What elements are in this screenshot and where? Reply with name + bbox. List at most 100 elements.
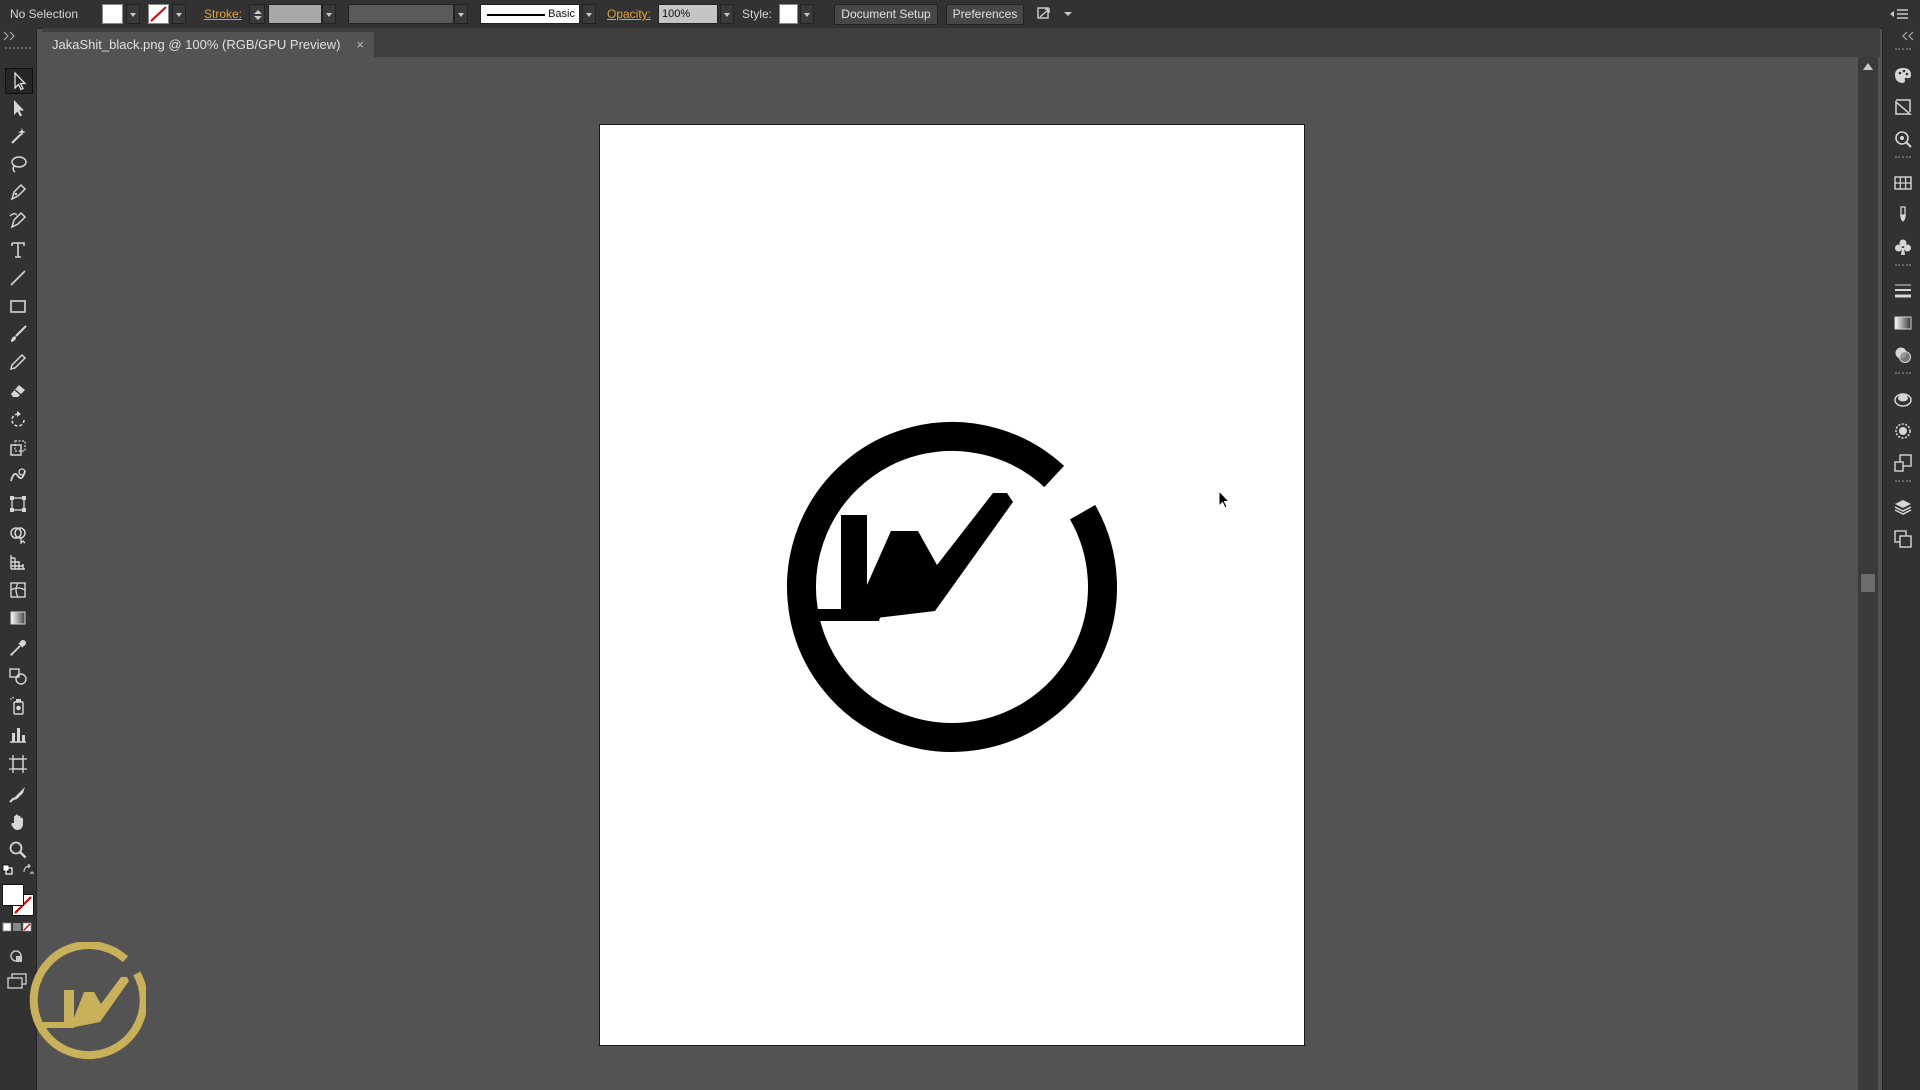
mouse-cursor-icon [1218,490,1231,509]
fill-swatch[interactable] [102,4,123,24]
selection-tool[interactable] [5,68,33,94]
panel-group-grip[interactable] [1895,372,1911,376]
transform-panel-button[interactable] [1892,452,1914,474]
selection-arrow-icon [14,71,27,91]
mesh-tool[interactable] [5,578,31,602]
scale-tool[interactable] [5,436,31,460]
eyedropper-icon [10,640,26,656]
pen-tool[interactable] [5,180,31,204]
transform-icon [1894,454,1912,472]
layers-panel-button[interactable] [1892,496,1914,518]
hand-tool[interactable] [5,810,31,834]
zoom-tool[interactable] [5,838,31,862]
brush-definition[interactable]: Basic [480,4,580,24]
vertical-scrollbar[interactable] [1858,57,1878,1090]
default-fill-stroke-icon[interactable] [2,864,14,876]
color-panel-button[interactable] [1892,64,1914,86]
mesh-icon [10,582,26,598]
expand-panels-icon[interactable] [1883,30,1920,42]
transparency-panel-button[interactable] [1892,344,1914,366]
panel-menu-button[interactable] [1888,6,1910,22]
stroke-panel-button[interactable] [1892,280,1914,302]
eyedropper-tool[interactable] [5,636,31,660]
gradient-panel-button[interactable] [1892,312,1914,334]
artboard-tool[interactable] [5,752,31,776]
document-tab[interactable]: JakaShit_black.png @ 100% (RGB/GPU Previ… [42,32,374,57]
scrollbar-thumb[interactable] [1861,574,1875,592]
arrange-documents-button[interactable] [1036,5,1072,23]
shape-builder-tool[interactable] [5,522,31,546]
column-graph-tool[interactable] [5,722,31,746]
pencil-tool[interactable] [5,350,31,374]
stroke-weight-dropdown[interactable] [322,4,336,24]
panel-group-grip[interactable] [1895,480,1911,484]
pencil-icon [9,353,27,371]
hand-icon [11,814,23,830]
curvature-tool[interactable] [5,208,31,232]
free-transform-icon [10,496,26,512]
variable-width-dropdown[interactable] [454,4,468,24]
stroke-swatch[interactable] [148,4,169,24]
graphic-style-dropdown[interactable] [800,4,814,24]
stroke-weight-input[interactable] [268,4,322,24]
graphic-styles-panel-button[interactable] [1892,420,1914,442]
gradient-tool[interactable] [5,606,31,630]
document-tab-bar: JakaShit_black.png @ 100% (RGB/GPU Previ… [42,28,1880,57]
panel-group-grip[interactable] [1895,156,1911,160]
rectangle-tool[interactable] [5,294,31,318]
panel-group-grip[interactable] [1895,48,1911,52]
artboards-icon [1894,530,1912,548]
artboards-panel-button[interactable] [1892,528,1914,550]
type-t-icon [11,242,25,258]
fill-stroke-swatches[interactable] [2,884,34,916]
direct-selection-tool[interactable] [5,96,31,120]
graphic-styles-icon [1895,423,1911,439]
fill-dropdown[interactable] [126,4,140,24]
brushes-panel-button[interactable] [1892,204,1914,226]
stroke-swatch-dropdown[interactable] [172,4,186,24]
libraries-panel-button[interactable] [1892,128,1914,150]
rotate-tool[interactable] [5,408,31,432]
warp-tool[interactable] [5,464,31,488]
paintbrush-tool[interactable] [5,322,31,346]
opacity-input[interactable]: 100% [658,4,718,24]
magic-wand-tool[interactable] [5,124,31,148]
preferences-button[interactable]: Preferences [946,4,1024,25]
fill-color-swatch[interactable] [2,884,24,906]
opacity-label[interactable]: Opacity: [607,7,651,21]
gradient-swatch-icon [1894,316,1912,330]
swap-fill-stroke-icon[interactable] [22,864,34,876]
scroll-up-arrow-icon[interactable] [1863,63,1873,70]
collapse-panel-icon[interactable] [0,30,36,42]
graphic-style-swatch[interactable] [779,4,798,24]
symbols-panel-button[interactable] [1892,236,1914,258]
document-setup-button[interactable]: Document Setup [834,4,938,25]
slice-tool[interactable] [5,782,31,806]
shape-builder-icon [10,527,26,544]
eraser-icon [11,385,25,397]
selection-status: No Selection [10,7,79,21]
variable-width-profile[interactable] [348,4,454,24]
panels-dock [1882,28,1920,1090]
stroke-weight-stepper[interactable] [249,4,265,24]
panel-group-grip[interactable] [1895,264,1911,268]
color-guide-panel-button[interactable] [1892,96,1914,118]
type-tool[interactable] [5,238,31,262]
color-mode-buttons[interactable] [2,922,36,934]
perspective-grid-tool[interactable] [5,550,31,574]
lasso-tool[interactable] [5,152,31,176]
eraser-tool[interactable] [5,378,31,402]
blend-tool[interactable] [5,664,31,688]
appearance-panel-button[interactable] [1892,388,1914,410]
brush-dropdown[interactable] [582,4,596,24]
line-segment-tool[interactable] [5,266,31,290]
jw-logo[interactable] [600,125,1304,1045]
swatches-panel-button[interactable] [1892,172,1914,194]
opacity-slider-button[interactable] [720,4,734,24]
stroke-label[interactable]: Stroke: [204,7,242,21]
symbol-sprayer-tool[interactable] [5,694,31,718]
artboard[interactable] [599,124,1305,1046]
free-transform-tool[interactable] [5,492,31,516]
close-tab-button[interactable]: × [356,32,364,57]
panel-grip-icon[interactable] [3,46,33,50]
